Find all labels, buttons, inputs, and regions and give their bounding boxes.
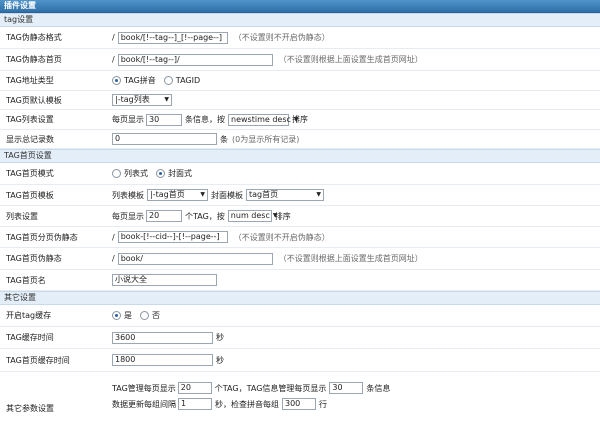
dropdown-arrow-icon: ▼: [200, 191, 205, 198]
row-default-template: TAG页默认模板 |-tag列表 ▼: [0, 91, 600, 110]
tag-order-select[interactable]: num desc ▼: [227, 210, 277, 222]
dropdown-arrow-icon: ▼: [164, 96, 169, 103]
other-params-line-1: TAG管理每页显示 20 个TAG，TAG信息管理每页显示 30 条信息: [112, 382, 391, 394]
label-list-config: 列表设置: [6, 211, 38, 221]
radio-tagid[interactable]: TAGID: [163, 76, 200, 85]
path-prefix: /: [112, 55, 115, 64]
panel-title: 插件设置: [4, 1, 36, 10]
row-page-pseudo: TAG首页分页伪静态 / book-[!--cid--]-[!--page--]…: [0, 227, 600, 248]
per-page-input[interactable]: 30: [146, 113, 182, 126]
hint-text: （不设置则不开启伪静态）: [233, 33, 330, 42]
radio-list-mode[interactable]: 列表式: [112, 168, 148, 179]
pseudo-format-input[interactable]: book/[!--tag--]_[!--page--]: [117, 31, 228, 44]
radio-cache-no[interactable]: 否: [140, 310, 160, 321]
radio-checked-icon[interactable]: [112, 76, 121, 85]
row-index-cache: TAG首页缓存时间 1800 秒: [0, 349, 600, 372]
radio-unchecked-icon[interactable]: [163, 76, 173, 85]
radio-checked-icon[interactable]: [112, 311, 121, 320]
hint-text: （不设置则不开启伪静态）: [233, 232, 330, 242]
total-records-input[interactable]: 0: [112, 133, 217, 145]
list-template-select[interactable]: |-tag首页 ▼: [147, 189, 208, 201]
row-index-mode: TAG首页模式 列表式 封面式: [0, 163, 600, 185]
radio-unchecked-icon[interactable]: [112, 169, 121, 178]
label-default-template: TAG页默认模板: [6, 95, 62, 105]
update-interval-input[interactable]: 1: [178, 398, 212, 410]
row-pseudo-format: TAG伪静态格式 / book/[!--tag--]_[!--page--] （…: [0, 27, 600, 49]
path-prefix: /: [112, 232, 115, 242]
index-name-input[interactable]: 小说大全: [112, 274, 217, 286]
hint-text: （不设置则根据上面设置生成首页网址）: [278, 254, 423, 263]
label-cache-time: TAG缓存时间: [6, 333, 54, 342]
default-template-select[interactable]: |-tag列表 ▼: [112, 94, 172, 106]
row-index-name: TAG首页名 小说大全: [0, 270, 600, 291]
label-index-mode: TAG首页模式: [6, 169, 54, 178]
label-other-params: 其它参数设置: [6, 404, 54, 413]
section-other: 其它设置: [0, 291, 600, 305]
row-index-template: TAG首页模板 列表模板 |-tag首页 ▼ 封面模板 tag首页 ▼: [0, 185, 600, 206]
index-cache-input[interactable]: 1800: [112, 354, 213, 366]
label-index-cache: TAG首页缓存时间: [6, 355, 70, 365]
path-prefix: /: [112, 254, 115, 263]
row-cache-time: TAG缓存时间 3600 秒: [0, 327, 600, 349]
info-manage-per-page-input[interactable]: 30: [329, 382, 364, 394]
label-cache-on: 开启tag缓存: [6, 311, 52, 320]
section-tag: tag设置: [0, 13, 600, 27]
hint-text: （不设置则根据上面设置生成首页网址）: [278, 55, 423, 64]
order-select[interactable]: newstime desc ▼: [228, 113, 299, 126]
pinyin-check-input[interactable]: 300: [282, 398, 316, 410]
label-list-setting: TAG列表设置: [6, 115, 54, 124]
row-other-params: 其它参数设置 TAG管理每页显示 20 个TAG，TAG信息管理每页显示 30 …: [0, 372, 600, 420]
cache-time-input[interactable]: 3600: [112, 331, 213, 344]
radio-checked-icon[interactable]: [156, 169, 165, 178]
radio-cache-yes[interactable]: 是: [112, 310, 132, 321]
label-total-records: 显示总记录数: [6, 134, 54, 144]
row-pseudo-first: TAG伪静态首页 / book/[!--tag--]/ （不设置则根据上面设置生…: [0, 49, 600, 71]
panel-header: 插件设置: [0, 0, 600, 13]
row-index-pseudo: TAG首页伪静态 / book/ （不设置则根据上面设置生成首页网址）: [0, 248, 600, 270]
label-index-pseudo: TAG首页伪静态: [6, 254, 62, 263]
cover-template-select[interactable]: tag首页 ▼: [246, 189, 324, 201]
label-pseudo-first: TAG伪静态首页: [6, 55, 62, 64]
label-pseudo-format: TAG伪静态格式: [6, 33, 62, 42]
tag-per-page-input[interactable]: 20: [146, 210, 182, 222]
row-cache-on: 开启tag缓存 是 否: [0, 305, 600, 327]
radio-cover-mode[interactable]: 封面式: [156, 168, 192, 179]
other-params-line-2: 数据更新每组间隔 1 秒，检查拼音每组 300 行: [112, 398, 327, 410]
label-index-name: TAG首页名: [6, 275, 46, 285]
row-addr-type: TAG地址类型 TAG拼音 TAGID: [0, 71, 600, 91]
path-prefix: /: [112, 33, 115, 42]
radio-unchecked-icon[interactable]: [140, 311, 149, 320]
tag-manage-per-page-input[interactable]: 20: [177, 382, 212, 394]
row-total-records: 显示总记录数 0 条 (0为显示所有记录): [0, 130, 600, 149]
index-pseudo-input[interactable]: book/: [117, 252, 273, 265]
label-addr-type: TAG地址类型: [6, 76, 54, 85]
row-list-setting: TAG列表设置 每页显示 30 条信息，按 newstime desc ▼ 排序: [0, 110, 600, 130]
radio-tag-pinyin[interactable]: TAG拼音: [112, 75, 156, 86]
page-pseudo-input[interactable]: book-[!--cid--]-[!--page--]: [117, 231, 228, 243]
label-page-pseudo: TAG首页分页伪静态: [6, 232, 78, 242]
section-index: TAG首页设置: [0, 149, 600, 163]
dropdown-arrow-icon: ▼: [316, 191, 321, 198]
row-list-config: 列表设置 每页显示 20 个TAG，按 num desc ▼ 排序: [0, 206, 600, 227]
label-index-template: TAG首页模板: [6, 190, 54, 200]
pseudo-first-input[interactable]: book/[!--tag--]/: [117, 53, 273, 66]
